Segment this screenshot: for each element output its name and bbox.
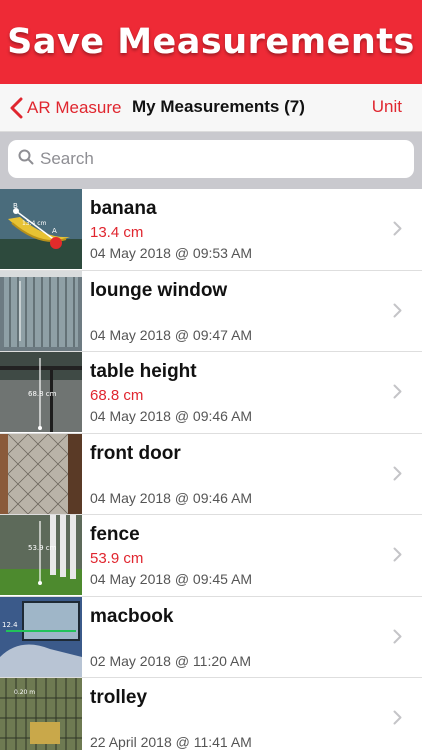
list-item[interactable]: B A 13.4 cm banana 13.4 cm 04 May 2018 @…: [0, 189, 422, 271]
back-button[interactable]: AR Measure: [10, 96, 121, 120]
measurement-date: 04 May 2018 @ 09:46 AM: [90, 408, 253, 424]
measurement-value: 53.9 cm: [90, 550, 144, 567]
banana-photo-thumbnail: B A 13.4 cm: [0, 189, 82, 269]
thumbnail-measure-label: 68.8 cm: [28, 390, 57, 398]
measurement-name: trolley: [90, 687, 148, 708]
back-button-label: AR Measure: [27, 98, 122, 117]
unit-button[interactable]: Unit: [372, 97, 402, 117]
measurement-date: 04 May 2018 @ 09:53 AM: [90, 245, 253, 261]
thumbnail-measure-label: 12.4: [2, 621, 18, 629]
measurement-value: 68.8 cm: [90, 387, 144, 404]
measurement-name: banana: [90, 198, 157, 219]
search-icon: [18, 149, 34, 170]
svg-text:B: B: [13, 202, 18, 210]
promo-banner: Save Measurements: [0, 0, 422, 84]
banner-title: Save Measurements: [7, 22, 415, 62]
chevron-right-icon: [393, 221, 402, 241]
svg-text:A: A: [52, 227, 57, 235]
thumbnail-measure-label: 13.4 cm: [22, 220, 47, 227]
chevron-right-icon: [393, 710, 402, 730]
measurement-name: fence: [90, 524, 140, 545]
list-item[interactable]: 12.4 macbook 02 May 2018 @ 11:20 AM: [0, 596, 422, 678]
door-photo-thumbnail: [0, 433, 82, 514]
list-item[interactable]: 0.20 m trolley 22 April 2018 @ 11:41 AM: [0, 678, 422, 750]
thumbnail-measure-label: 0.20 m: [14, 689, 35, 696]
fence-photo-thumbnail: 53.9 cm: [0, 515, 82, 595]
chevron-right-icon: [393, 384, 402, 404]
list-item[interactable]: 68.8 cm table height 68.8 cm 04 May 2018…: [0, 352, 422, 434]
search-bar: [0, 132, 422, 189]
measurement-name: front door: [90, 442, 181, 464]
chevron-right-icon: [393, 303, 402, 323]
chevron-right-icon: [393, 466, 402, 486]
list-item[interactable]: lounge window 04 May 2018 @ 09:47 AM: [0, 270, 422, 352]
measurement-name: macbook: [90, 605, 174, 627]
search-input[interactable]: [40, 149, 380, 169]
thumbnail-measure-label: 53.9 cm: [28, 544, 57, 552]
measurement-date: 22 April 2018 @ 11:41 AM: [90, 734, 252, 750]
window-photo-thumbnail: [0, 270, 82, 351]
chevron-left-icon: [10, 97, 23, 119]
measurement-date: 04 May 2018 @ 09:46 AM: [90, 489, 253, 506]
measurement-name: table height: [90, 361, 197, 382]
chevron-right-icon: [393, 629, 402, 649]
measurement-date: 04 May 2018 @ 09:47 AM: [90, 326, 253, 343]
measurement-date: 04 May 2018 @ 09:45 AM: [90, 571, 253, 587]
trolley-photo-thumbnail: 0.20 m: [0, 678, 82, 750]
chevron-right-icon: [393, 547, 402, 567]
measurement-list: B A 13.4 cm banana 13.4 cm 04 May 2018 @…: [0, 189, 422, 750]
page-title: My Measurements (7): [132, 97, 305, 116]
list-item[interactable]: 53.9 cm fence 53.9 cm 04 May 2018 @ 09:4…: [0, 515, 422, 597]
measurement-date: 02 May 2018 @ 11:20 AM: [90, 652, 252, 669]
laptop-photo-thumbnail: 12.4: [0, 596, 82, 677]
table-photo-thumbnail: 68.8 cm: [0, 352, 82, 432]
measurement-name: lounge window: [90, 279, 228, 301]
measurement-value: 13.4 cm: [90, 224, 144, 241]
navigation-bar: AR Measure My Measurements (7) Unit: [0, 84, 422, 132]
search-field[interactable]: [8, 140, 414, 178]
list-item[interactable]: front door 04 May 2018 @ 09:46 AM: [0, 433, 422, 515]
